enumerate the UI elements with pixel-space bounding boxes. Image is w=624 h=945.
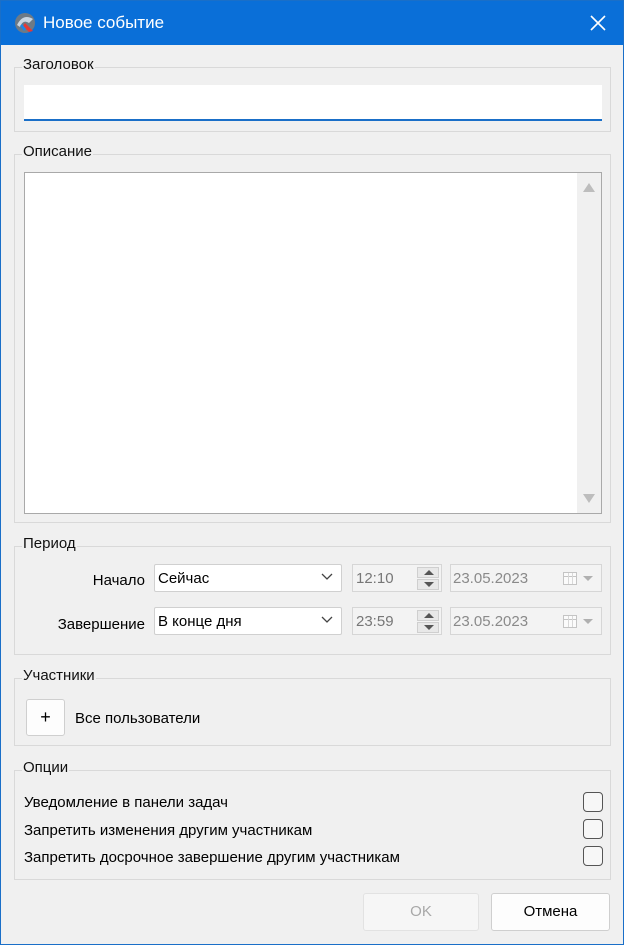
start-time-decrement[interactable]	[417, 579, 439, 590]
end-mode-select[interactable]: В конце дня	[154, 607, 342, 635]
checkbox-forbid-changes[interactable]	[583, 819, 603, 839]
description-box	[24, 172, 602, 514]
options-group-label: Опции	[22, 759, 70, 776]
participants-group-label: Участники	[22, 667, 96, 684]
add-participant-button[interactable]: +	[26, 699, 65, 736]
description-group: Описание	[14, 143, 611, 523]
title-bar: Новое событие	[1, 1, 623, 45]
cancel-button[interactable]: Отмена	[491, 893, 610, 931]
end-label: Завершение	[57, 616, 145, 633]
chevron-down-icon	[321, 573, 333, 580]
title-group: Заголовок	[14, 56, 611, 132]
scroll-up-arrow-icon[interactable]	[583, 183, 595, 192]
description-textarea[interactable]	[25, 173, 575, 513]
spin-up-icon	[424, 613, 434, 618]
start-time-value: 12:10	[356, 570, 394, 587]
title-input[interactable]	[24, 85, 602, 121]
end-date-value: 23.05.2023	[453, 613, 529, 630]
end-time-increment[interactable]	[417, 610, 439, 621]
start-date-value: 23.05.2023	[453, 570, 529, 587]
participants-text: Все пользователи	[75, 710, 201, 727]
description-group-label: Описание	[22, 143, 94, 160]
window-title: Новое событие	[43, 13, 165, 32]
title-group-label: Заголовок	[22, 56, 95, 73]
period-group: Период Начало Сейчас 12:10 23.05.2023 За…	[14, 535, 611, 655]
option-label-forbid-early-finish: Запретить досрочное завершение другим уч…	[24, 849, 400, 866]
calendar-icon	[563, 615, 577, 628]
end-time-decrement[interactable]	[417, 622, 439, 633]
start-mode-value: Сейчас	[158, 570, 210, 587]
option-label-taskbar-notification: Уведомление в панели задач	[24, 794, 229, 811]
participants-group: Участники + Все пользователи	[14, 667, 611, 746]
start-date-field[interactable]: 23.05.2023	[450, 564, 602, 592]
period-group-label: Период	[22, 535, 77, 552]
date-dropdown-arrow-icon[interactable]	[583, 619, 593, 624]
option-label-forbid-changes: Запретить изменения другим участникам	[24, 822, 313, 839]
start-time-field[interactable]: 12:10	[352, 564, 442, 592]
start-time-increment[interactable]	[417, 567, 439, 578]
checkbox-taskbar-notification[interactable]	[583, 792, 603, 812]
scroll-down-arrow-icon[interactable]	[583, 494, 595, 503]
new-event-dialog: Новое событие Заголовок Описание Период …	[0, 0, 624, 945]
end-date-field[interactable]: 23.05.2023	[450, 607, 602, 635]
ok-button[interactable]: OK	[363, 893, 479, 931]
options-group: Опции Уведомление в панели задач Запрети…	[14, 759, 611, 880]
description-scrollbar[interactable]	[577, 173, 601, 513]
calendar-icon	[563, 572, 577, 585]
start-label: Начало	[92, 572, 145, 589]
spin-up-icon	[424, 570, 434, 575]
end-mode-value: В конце дня	[158, 613, 242, 630]
spin-down-icon	[424, 582, 434, 587]
close-icon	[590, 15, 606, 31]
spin-down-icon	[424, 625, 434, 630]
chevron-down-icon	[321, 616, 333, 623]
close-button[interactable]	[573, 1, 623, 45]
app-logo-icon	[13, 11, 37, 35]
date-dropdown-arrow-icon[interactable]	[583, 576, 593, 581]
end-time-value: 23:59	[356, 613, 394, 630]
checkbox-forbid-early-finish[interactable]	[583, 846, 603, 866]
start-mode-select[interactable]: Сейчас	[154, 564, 342, 592]
end-time-field[interactable]: 23:59	[352, 607, 442, 635]
